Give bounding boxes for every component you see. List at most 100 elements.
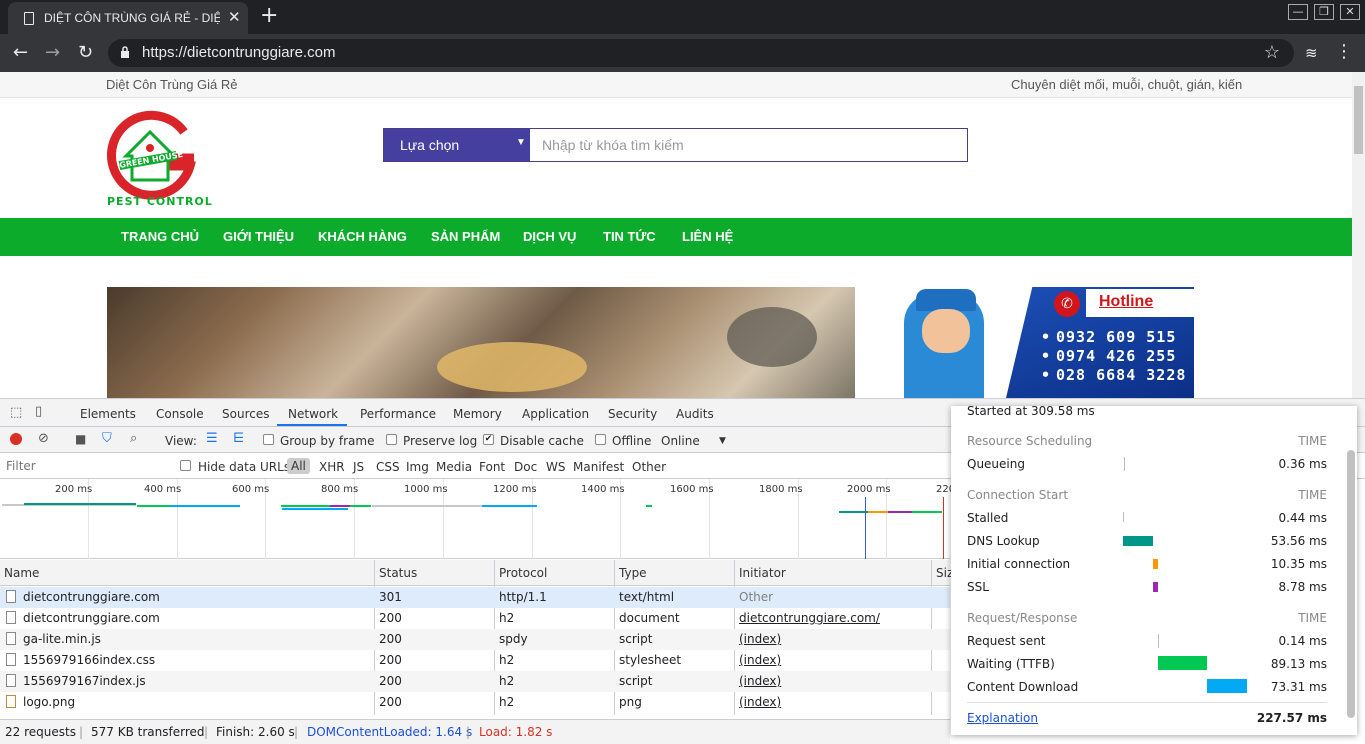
nav-services[interactable]: DỊCH VỤ <box>523 229 576 244</box>
list-view-icon[interactable]: ☰ <box>206 431 218 446</box>
camera-icon[interactable]: ■ <box>75 432 86 446</box>
nav-about[interactable]: GIỚI THIỆU <box>223 229 294 244</box>
section-connection-start: Connection Start <box>967 488 1069 502</box>
tab-memory[interactable]: Memory <box>453 407 502 421</box>
table-row[interactable]: 1556979166index.css 200 h2 stylesheet (i… <box>0 650 950 671</box>
group-by-frame-checkbox[interactable] <box>263 434 274 445</box>
table-row[interactable]: dietcontrunggiare.com 200 h2 document di… <box>0 608 950 629</box>
bookmark-star-icon[interactable]: ☆ <box>1264 42 1280 63</box>
filter-type-xhr[interactable]: XHR <box>319 460 345 474</box>
record-icon[interactable] <box>10 433 22 445</box>
back-icon[interactable]: ← <box>13 42 28 63</box>
throttle-select[interactable]: Online <box>661 434 700 448</box>
inspect-element-icon[interactable]: ⬚ <box>10 405 22 420</box>
waterfall-view-icon[interactable]: ⋿ <box>233 431 244 446</box>
document-icon <box>24 12 34 25</box>
tab-network[interactable]: Network <box>288 407 338 421</box>
nav-home[interactable]: TRANG CHỦ <box>121 229 199 244</box>
request-type: text/html <box>619 590 675 604</box>
table-row[interactable]: ga-lite.min.js 200 spdy script (index) <box>0 629 950 650</box>
column-name[interactable]: Name <box>4 566 39 580</box>
search-category-select[interactable]: Lựa chọn ▼ <box>384 129 530 161</box>
filter-type-font[interactable]: Font <box>479 460 505 474</box>
tab-audits[interactable]: Audits <box>676 407 714 421</box>
clear-icon[interactable]: ⊘ <box>38 431 49 446</box>
request-initiator-link[interactable]: (index) <box>739 653 781 667</box>
disable-cache-checkbox[interactable]: ✔ <box>483 434 494 445</box>
page-scrollbar-thumb[interactable] <box>1354 86 1363 154</box>
filter-type-media[interactable]: Media <box>436 460 472 474</box>
filter-type-manifest[interactable]: Manifest <box>573 460 624 474</box>
active-tab-indicator <box>277 424 347 426</box>
column-initiator[interactable]: Initiator <box>739 566 786 580</box>
new-tab-button[interactable]: + <box>260 3 278 28</box>
table-row[interactable]: dietcontrunggiare.com 301 http/1.1 text/… <box>0 587 950 608</box>
load-time: Load: 1.82 s <box>479 725 553 739</box>
stylesheet-icon <box>6 653 16 666</box>
url-text: https://dietcontrunggiare.com <box>142 44 336 61</box>
tick-label: 800 ms <box>321 484 359 495</box>
address-bar[interactable]: https://dietcontrunggiare.com ☆ <box>108 39 1294 67</box>
search-icon[interactable]: ⌕ <box>130 431 137 446</box>
hide-data-urls-checkbox[interactable] <box>180 460 191 471</box>
filter-type-other[interactable]: Other <box>632 460 666 474</box>
close-window-button[interactable]: ✕ <box>1340 4 1360 20</box>
search-input[interactable] <box>530 129 967 161</box>
request-protocol: http/1.1 <box>499 590 547 604</box>
top-strip: Diệt Côn Trùng Giá Rẻ Chuyên diệt mối, m… <box>0 72 1352 98</box>
tab-console[interactable]: Console <box>156 407 204 421</box>
tab-sources[interactable]: Sources <box>222 407 269 421</box>
nav-products[interactable]: SẢN PHẨM <box>431 229 500 244</box>
filter-type-js[interactable]: JS <box>353 460 364 474</box>
table-row[interactable]: 1556979167index.js 200 h2 script (index) <box>0 671 950 692</box>
page-scrollbar[interactable] <box>1352 72 1365 398</box>
column-status[interactable]: Status <box>379 566 417 580</box>
explanation-link[interactable]: Explanation <box>967 711 1038 725</box>
forward-icon[interactable]: → <box>45 42 60 63</box>
devtools-scrollbar-thumb[interactable] <box>1347 450 1355 718</box>
close-tab-icon[interactable]: ✕ <box>228 8 241 26</box>
tab-security[interactable]: Security <box>608 407 657 421</box>
browser-tab-bar: DIỆT CÔN TRÙNG GIÁ RẺ - DIỆT ✕ + — ❐ ✕ <box>0 0 1365 34</box>
extension-icon[interactable]: ≋ <box>1305 44 1318 62</box>
filter-input[interactable] <box>2 456 167 475</box>
tab-application[interactable]: Application <box>522 407 589 421</box>
hotline-banner[interactable]: ✆ Hotline • 0932 609 515 • 0974 426 255 • 0… <box>886 287 1194 398</box>
nav-contact[interactable]: LIÊN HỆ <box>682 229 733 244</box>
termite-shape <box>437 342 587 392</box>
network-overview[interactable]: 200 ms 400 ms 600 ms 800 ms 1000 ms 1200… <box>0 479 955 559</box>
browser-tab[interactable]: DIỆT CÔN TRÙNG GIÁ RẺ - DIỆT ✕ <box>8 2 248 34</box>
request-protocol: spdy <box>499 632 528 646</box>
filter-type-all[interactable]: All <box>287 458 310 474</box>
tab-performance[interactable]: Performance <box>360 407 436 421</box>
reload-icon[interactable]: ↻ <box>78 42 93 63</box>
request-initiator-link[interactable]: (index) <box>739 695 781 709</box>
nav-news[interactable]: TIN TỨC <box>603 229 656 244</box>
column-protocol[interactable]: Protocol <box>499 566 547 580</box>
preserve-log-checkbox[interactable] <box>386 434 397 445</box>
filter-type-doc[interactable]: Doc <box>514 460 537 474</box>
queueing-label: Queueing <box>967 457 1025 471</box>
device-toolbar-icon[interactable]: ▯ <box>35 404 42 419</box>
table-row[interactable]: logo.png 200 h2 png (index) <box>0 692 950 713</box>
queueing-value: 0.36 ms <box>1278 457 1327 471</box>
filter-type-img[interactable]: Img <box>406 460 429 474</box>
filter-type-ws[interactable]: WS <box>546 460 565 474</box>
request-status: 200 <box>379 674 402 688</box>
request-initiator-link[interactable]: (index) <box>739 674 781 688</box>
restore-button[interactable]: ❐ <box>1314 4 1334 20</box>
offline-checkbox[interactable] <box>595 434 606 445</box>
timing-popover: Started at 309.58 ms Resource Scheduling… <box>951 406 1357 735</box>
filter-icon[interactable]: ⛉ <box>102 431 112 446</box>
request-initiator-link[interactable]: dietcontrunggiare.com/ <box>739 611 880 625</box>
search-category-label: Lựa chọn <box>400 137 460 153</box>
menu-icon[interactable]: ⋮ <box>1335 41 1353 62</box>
document-icon <box>6 590 16 603</box>
nav-customers[interactable]: KHÁCH HÀNG <box>318 229 407 244</box>
site-logo[interactable]: GREEN HOUSE PEST CONTROL <box>106 108 212 212</box>
tab-elements[interactable]: Elements <box>80 407 136 421</box>
minimize-button[interactable]: — <box>1288 4 1308 20</box>
filter-type-css[interactable]: CSS <box>376 460 400 474</box>
column-type[interactable]: Type <box>619 566 647 580</box>
request-initiator-link[interactable]: (index) <box>739 632 781 646</box>
